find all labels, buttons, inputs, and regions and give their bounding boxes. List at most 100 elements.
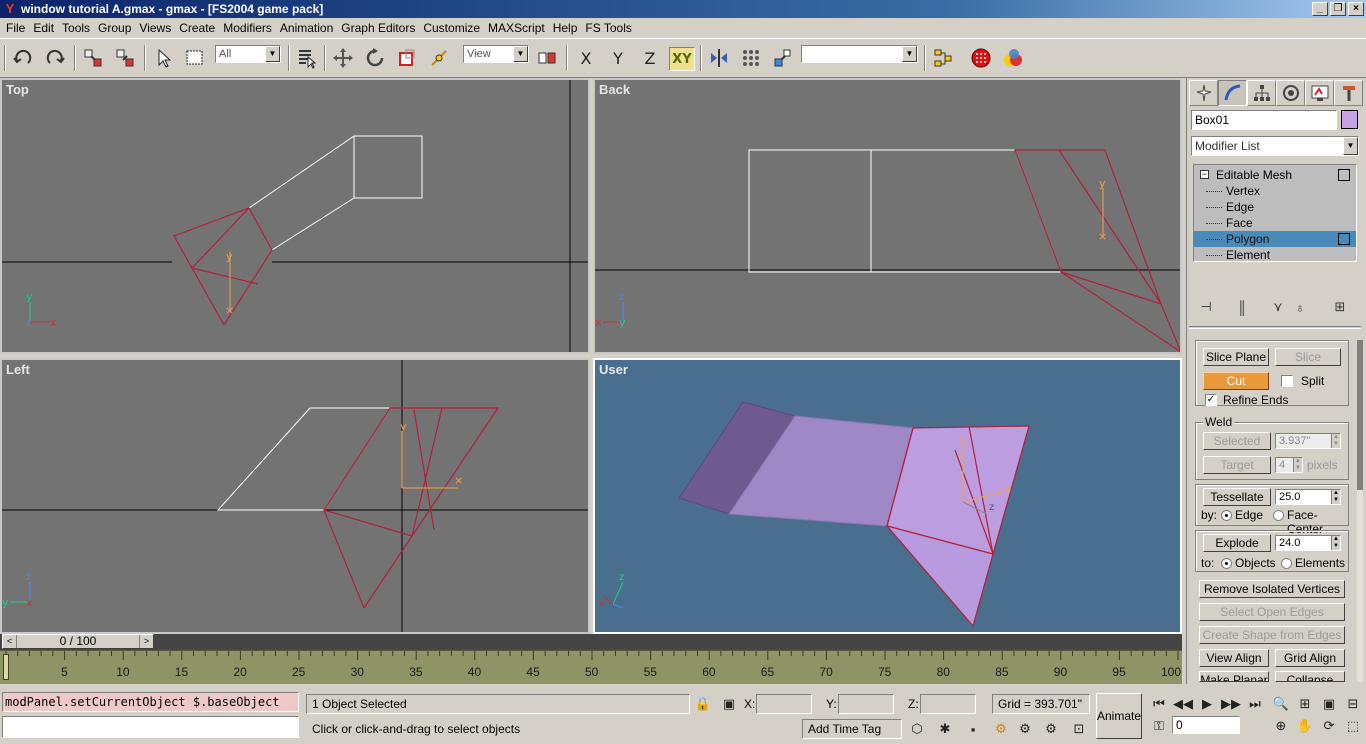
hierarchy-tab-icon[interactable] xyxy=(1247,80,1276,106)
select-and-rotate-icon[interactable] xyxy=(362,44,388,72)
unlink-selection-icon[interactable] xyxy=(112,44,138,72)
restore-button[interactable]: ❐ xyxy=(1330,2,1346,16)
percent-snap-icon[interactable]: ▪ xyxy=(962,719,984,739)
window-crossing-icon[interactable]: ⊡ xyxy=(1068,719,1090,739)
absolute-mode-icon[interactable]: ▣ xyxy=(718,694,740,714)
close-button[interactable]: × xyxy=(1348,2,1364,16)
named-selection-dropdown[interactable]: ▼ xyxy=(801,45,918,63)
configure-modifier-sets-icon[interactable]: ⊞ xyxy=(1329,296,1351,318)
x-coord-field[interactable] xyxy=(756,694,812,714)
stack-toggle-icon[interactable] xyxy=(1338,169,1350,181)
select-by-name-icon[interactable] xyxy=(294,44,320,72)
go-to-start-icon[interactable]: ⏮ xyxy=(1148,694,1170,714)
track-bar[interactable]: 5 10 15 20 25 30 35 40 45 50 55 60 65 70 75 80 85 90 95 100 xyxy=(0,650,1182,684)
menu-customize[interactable]: Customize xyxy=(419,18,484,38)
go-to-end-icon[interactable]: ⏭ xyxy=(1244,694,1266,714)
menu-help[interactable]: Help xyxy=(549,18,582,38)
stack-toggle-icon[interactable] xyxy=(1338,233,1350,245)
create-shape-from-edges-button[interactable]: Create Shape from Edges xyxy=(1199,626,1345,644)
make-planar-button[interactable]: Make Planar xyxy=(1199,671,1269,682)
region-zoom-icon[interactable]: ⊕ xyxy=(1270,716,1292,736)
snap-toggle-icon[interactable]: ⬡ xyxy=(906,719,928,739)
zoom-extents-all-icon[interactable]: ⊟ xyxy=(1342,694,1364,714)
degradation-override-icon[interactable]: ⚙ xyxy=(1014,719,1036,739)
object-color-swatch[interactable] xyxy=(1341,110,1358,129)
spinner-arrows-icon[interactable]: ▲ ▼ xyxy=(1331,536,1340,550)
spinner-arrows-icon[interactable]: ▲ ▼ xyxy=(1331,490,1340,504)
menu-file[interactable]: File xyxy=(2,18,29,38)
restrict-to-z-button[interactable]: Z xyxy=(637,47,663,71)
cut-button[interactable]: Cut xyxy=(1203,372,1269,390)
tessellate-spinner[interactable]: 25.0 ▲ ▼ xyxy=(1275,489,1341,505)
key-mode-icon[interactable]: ⚿ xyxy=(1148,716,1170,736)
select-open-edges-button[interactable]: Select Open Edges xyxy=(1199,603,1345,621)
selection-filter-dropdown[interactable]: All ▼ xyxy=(215,45,281,63)
explode-objects-radio[interactable] xyxy=(1221,558,1232,569)
make-unique-icon[interactable]: ⋎ xyxy=(1267,296,1289,318)
pan-icon[interactable]: ✋ xyxy=(1294,716,1316,736)
zoom-all-icon[interactable]: ⊞ xyxy=(1294,694,1316,714)
weld-selected-spinner[interactable]: 3.937" ▲ ▼ xyxy=(1275,433,1341,449)
tessellate-face-center-radio[interactable] xyxy=(1273,510,1284,521)
tessellate-button[interactable]: Tessellate xyxy=(1203,488,1271,506)
menu-graph-editors[interactable]: Graph Editors xyxy=(337,18,419,38)
collapse-button[interactable]: Collapse xyxy=(1275,671,1345,682)
maxscript-listener-input[interactable] xyxy=(2,716,299,738)
menu-create[interactable]: Create xyxy=(175,18,219,38)
animate-button[interactable]: Animate xyxy=(1096,693,1142,739)
menu-modifiers[interactable]: Modifiers xyxy=(219,18,276,38)
slice-plane-button[interactable]: Slice Plane xyxy=(1203,348,1269,366)
collapse-icon[interactable]: − xyxy=(1200,170,1209,179)
rectangular-selection-icon[interactable] xyxy=(182,44,208,72)
explode-spinner[interactable]: 24.0 ▲ ▼ xyxy=(1275,535,1341,551)
create-tab-icon[interactable] xyxy=(1189,80,1218,106)
modifier-list-dropdown[interactable]: Modifier List ▼ xyxy=(1191,136,1359,156)
restrict-to-x-button[interactable]: X xyxy=(573,47,599,71)
spinner-arrows-icon[interactable]: ▲ ▼ xyxy=(1331,434,1340,448)
remove-modifier-icon[interactable]: ♁ xyxy=(1289,296,1311,318)
minimize-button[interactable]: _ xyxy=(1312,2,1328,16)
utilities-tab-icon[interactable] xyxy=(1334,80,1363,106)
y-coord-field[interactable] xyxy=(838,694,894,714)
redo-icon[interactable] xyxy=(42,44,68,72)
selection-lock-icon[interactable]: 🔒 xyxy=(692,694,714,714)
angle-snap-icon[interactable]: ✱ xyxy=(934,719,956,739)
explode-button[interactable]: Explode xyxy=(1203,534,1271,552)
split-checkbox[interactable] xyxy=(1281,375,1293,387)
spinner-snap-icon[interactable]: ⚙ xyxy=(990,719,1012,739)
mirror-icon[interactable] xyxy=(706,44,732,72)
play-icon[interactable]: ▶ xyxy=(1196,694,1218,714)
zoom-extents-icon[interactable]: ▣ xyxy=(1318,694,1340,714)
restrict-to-y-button[interactable]: Y xyxy=(605,47,631,71)
z-coord-field[interactable] xyxy=(920,694,976,714)
viewport-back[interactable]: y × z x y Back xyxy=(593,78,1182,354)
command-panel-scrollbar[interactable] xyxy=(1357,340,1363,682)
viewport-user[interactable]: y × z z x User xyxy=(593,358,1182,634)
grid-align-button[interactable]: Grid Align xyxy=(1275,649,1345,667)
spinner-arrows-icon[interactable]: ▲ ▼ xyxy=(1293,458,1302,472)
menu-fs-tools[interactable]: FS Tools xyxy=(581,18,635,38)
weld-target-button[interactable]: Target xyxy=(1203,456,1271,474)
menu-animation[interactable]: Animation xyxy=(276,18,337,38)
maximize-viewport-icon[interactable]: ⬚ xyxy=(1342,716,1364,736)
next-key-icon[interactable]: ▶▶ xyxy=(1220,694,1242,714)
previous-frame-icon[interactable]: < xyxy=(3,635,17,648)
tessellate-edge-radio[interactable] xyxy=(1221,510,1232,521)
menu-edit[interactable]: Edit xyxy=(29,18,58,38)
modify-tab-icon[interactable] xyxy=(1218,80,1247,106)
menu-group[interactable]: Group xyxy=(94,18,135,38)
remove-isolated-vertices-button[interactable]: Remove Isolated Vertices xyxy=(1199,580,1345,598)
arc-rotate-icon[interactable]: ⟳ xyxy=(1318,716,1340,736)
previous-key-icon[interactable]: ◀◀ xyxy=(1172,694,1194,714)
refine-ends-checkbox[interactable]: ✓ xyxy=(1205,394,1217,406)
stack-item-editable-mesh[interactable]: − Editable Mesh xyxy=(1194,167,1356,183)
object-name-field[interactable]: Box01 xyxy=(1191,110,1337,130)
material-editor-icon[interactable] xyxy=(1000,44,1026,72)
align-icon[interactable] xyxy=(770,44,796,72)
pin-stack-icon[interactable]: ⊣ xyxy=(1195,296,1217,318)
display-tab-icon[interactable] xyxy=(1305,80,1334,106)
undo-icon[interactable] xyxy=(10,44,36,72)
render-scene-icon[interactable] xyxy=(968,44,994,72)
select-and-link-icon[interactable] xyxy=(80,44,106,72)
stack-item-element[interactable]: Element xyxy=(1194,247,1356,263)
